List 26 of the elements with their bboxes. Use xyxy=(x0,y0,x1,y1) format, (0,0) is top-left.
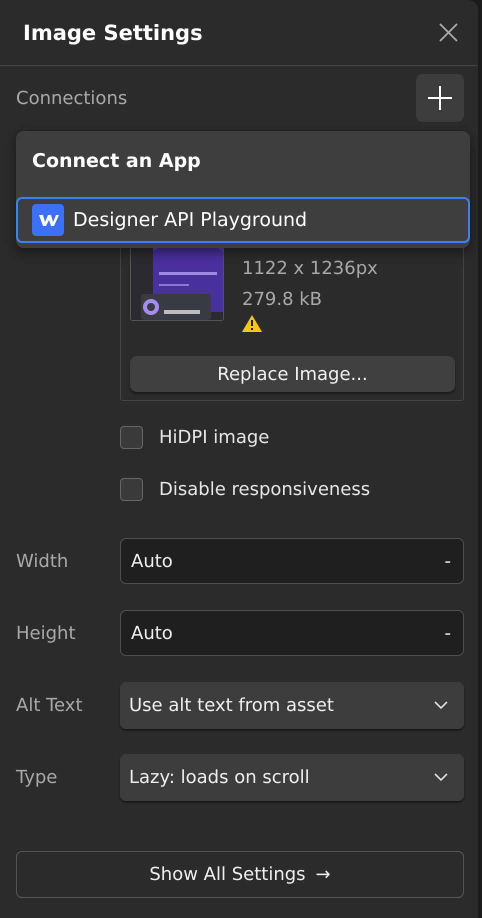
checkbox-label: Disable responsiveness xyxy=(159,478,370,500)
chevron-down-icon xyxy=(434,773,448,781)
add-button[interactable] xyxy=(416,74,464,122)
menu-item[interactable]: Designer API Playground xyxy=(16,197,470,243)
field-label: Height xyxy=(16,622,77,644)
field-label: Type xyxy=(16,766,58,788)
chevron-down-icon xyxy=(434,701,448,709)
show-all-settings-button[interactable]: Show All Settings → xyxy=(16,851,464,898)
replace-image-button[interactable]: Replace Image... xyxy=(130,356,455,392)
checkbox[interactable] xyxy=(120,426,143,448)
menu-heading: Connect an App xyxy=(32,150,201,172)
app-logo-icon xyxy=(32,204,64,236)
file-size: 279.8 kB xyxy=(242,288,324,312)
select-dropdown[interactable]: Use alt text from asset xyxy=(120,682,464,728)
panel-title: Image Settings xyxy=(23,20,203,44)
select-dropdown[interactable]: Lazy: loads on scroll xyxy=(120,754,464,800)
checkbox[interactable] xyxy=(120,478,143,500)
input-field[interactable]: Auto - xyxy=(120,610,464,656)
plus-icon xyxy=(428,86,452,110)
connections-label: Connections xyxy=(16,88,128,108)
close-button[interactable] xyxy=(439,23,458,42)
input-field[interactable]: Auto - xyxy=(120,538,464,584)
image-dimensions: 1122 x 1236px xyxy=(242,257,378,281)
field-label: Alt Text xyxy=(16,694,84,716)
checkbox-label: HiDPI image xyxy=(159,426,270,448)
field-label: Width xyxy=(16,550,70,572)
